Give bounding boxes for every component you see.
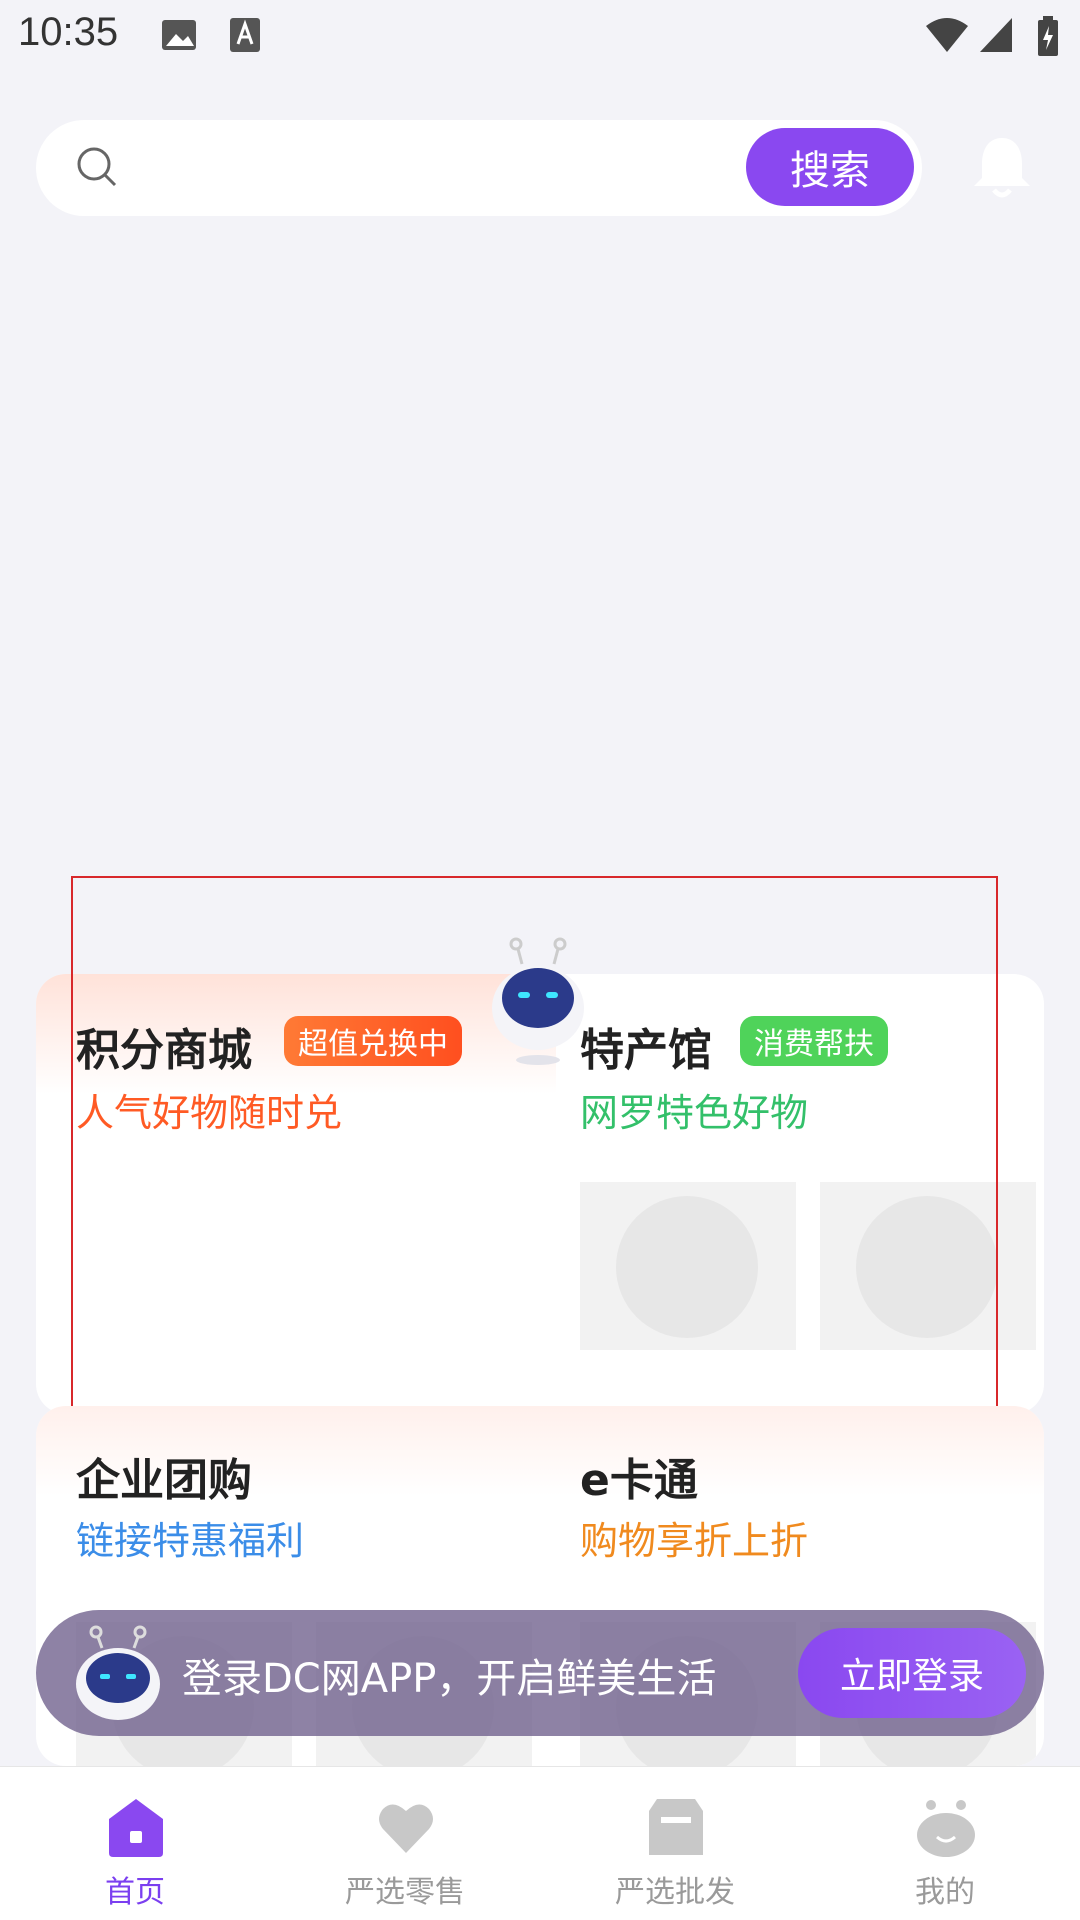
nav-profile[interactable]: 我的 xyxy=(810,1767,1080,1920)
group-buy-title: 企业团购 xyxy=(76,1455,252,1506)
nav-home-label: 首页 xyxy=(105,1875,165,1910)
login-prompt-text: 登录DC网APP，开启鲜美生活 xyxy=(182,1656,717,1702)
bottom-nav: 首页 严选零售 严选批发 我的 xyxy=(0,1766,1080,1920)
robot-avatar-icon xyxy=(76,1625,160,1720)
nav-profile-label: 我的 xyxy=(915,1875,975,1910)
highlight-box xyxy=(71,876,998,1422)
search-input[interactable] xyxy=(136,138,736,198)
search-icon xyxy=(77,147,117,187)
image-icon xyxy=(162,20,196,50)
status-bar: 10:35 xyxy=(0,0,1080,72)
login-button[interactable]: 立即登录 xyxy=(798,1628,1026,1718)
profile-icon xyxy=(917,1800,975,1857)
bell-icon[interactable] xyxy=(970,132,1034,202)
nav-home[interactable]: 首页 xyxy=(0,1767,270,1920)
search-button[interactable]: 搜索 xyxy=(746,128,914,206)
heart-icon xyxy=(379,1804,433,1853)
status-time: 10:35 xyxy=(18,10,119,54)
search-bar: 搜索 xyxy=(36,120,922,216)
nav-wholesale[interactable]: 严选批发 xyxy=(540,1767,810,1920)
group-buy-subtitle: 链接特惠福利 xyxy=(76,1519,305,1563)
nav-retail[interactable]: 严选零售 xyxy=(270,1767,540,1920)
ecard-title: e卡通 xyxy=(580,1455,698,1506)
signal-icon xyxy=(980,18,1012,52)
battery-icon xyxy=(1038,16,1058,56)
home-icon xyxy=(109,1799,163,1857)
wifi-icon xyxy=(926,18,968,52)
ecard-subtitle: 购物享折上折 xyxy=(580,1519,809,1563)
login-banner: 登录DC网APP，开启鲜美生活 立即登录 xyxy=(36,1610,1044,1736)
box-icon xyxy=(649,1799,703,1855)
nav-wholesale-label: 严选批发 xyxy=(615,1875,735,1910)
font-icon xyxy=(230,18,260,52)
nav-retail-label: 严选零售 xyxy=(345,1875,465,1910)
